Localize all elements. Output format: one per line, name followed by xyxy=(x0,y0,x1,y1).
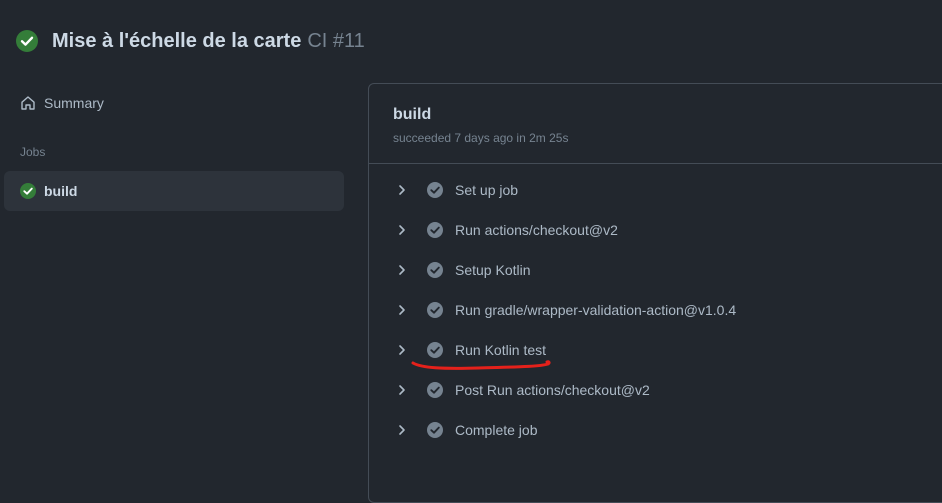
workflow-title: Mise à l'échelle de la carte xyxy=(52,29,302,52)
step-row[interactable]: Set up job xyxy=(369,170,942,210)
workflow-run-number[interactable]: CI #11 xyxy=(307,30,364,53)
step-row[interactable]: Setup Kotlin xyxy=(369,250,942,290)
chevron-right-icon[interactable] xyxy=(395,383,409,397)
step-label: Post Run actions/checkout@v2 xyxy=(455,382,650,398)
job-header: build succeeded 7 days ago in 2m 25s xyxy=(369,84,942,164)
step-row[interactable]: Run gradle/wrapper-validation-action@v1.… xyxy=(369,290,942,330)
check-circle-icon xyxy=(427,182,443,198)
chevron-right-icon[interactable] xyxy=(395,343,409,357)
step-label: Complete job xyxy=(455,422,538,438)
workflow-run-header: Mise à l'échelle de la carte CI #11 xyxy=(16,27,365,55)
sidebar-item-label: build xyxy=(44,183,78,199)
step-label: Setup Kotlin xyxy=(455,262,531,278)
home-icon xyxy=(20,95,36,111)
job-status: succeeded 7 days ago in 2m 25s xyxy=(393,131,569,145)
check-circle-icon xyxy=(427,222,443,238)
chevron-right-icon[interactable] xyxy=(395,183,409,197)
chevron-right-icon[interactable] xyxy=(395,303,409,317)
sidebar-item-label: Summary xyxy=(44,95,104,111)
chevron-right-icon[interactable] xyxy=(395,423,409,437)
step-row[interactable]: Complete job xyxy=(369,410,942,450)
check-circle-icon xyxy=(427,262,443,278)
step-label: Run actions/checkout@v2 xyxy=(455,222,618,238)
step-label: Set up job xyxy=(455,182,519,198)
success-check-icon xyxy=(20,183,36,199)
step-list: Set up job Run actions/checkout@v2 Setup… xyxy=(369,170,942,450)
sidebar-item-build[interactable]: build xyxy=(4,171,344,211)
check-circle-icon xyxy=(427,382,443,398)
red-underline-annotation xyxy=(410,356,555,377)
step-row[interactable]: Run actions/checkout@v2 xyxy=(369,210,942,250)
job-title: build xyxy=(393,106,432,123)
job-panel: build succeeded 7 days ago in 2m 25s Set… xyxy=(368,83,942,503)
step-label: Run gradle/wrapper-validation-action@v1.… xyxy=(455,302,737,318)
chevron-right-icon[interactable] xyxy=(395,263,409,277)
success-check-icon xyxy=(16,30,38,52)
jobs-heading: Jobs xyxy=(20,145,46,159)
chevron-right-icon[interactable] xyxy=(395,223,409,237)
sidebar-item-summary[interactable]: Summary xyxy=(4,83,344,123)
check-circle-icon xyxy=(427,422,443,438)
check-circle-icon xyxy=(427,302,443,318)
